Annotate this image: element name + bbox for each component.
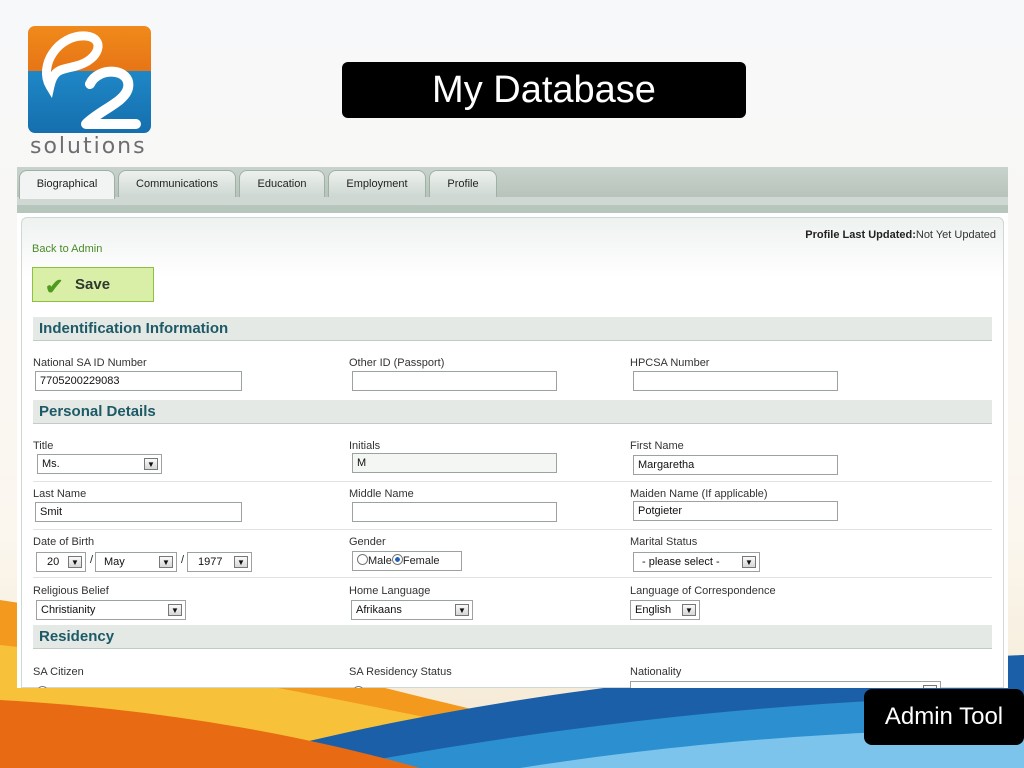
tab-bar: Biographical Communications Education Em… <box>17 167 1008 199</box>
religious-belief-value: Christianity <box>41 604 96 616</box>
correspondence-language-label: Language of Correspondence <box>630 585 776 597</box>
slide-title: My Database <box>342 62 746 118</box>
chevron-down-icon: ▼ <box>168 604 182 616</box>
row-divider <box>33 529 992 530</box>
tab-education[interactable]: Education <box>239 170 325 197</box>
marital-status-label: Marital Status <box>630 536 698 548</box>
tab-employment[interactable]: Employment <box>328 170 426 197</box>
gender-label: Gender <box>349 536 386 548</box>
first-name-input[interactable]: Margaretha <box>633 455 838 475</box>
correspondence-language-select[interactable]: English ▼ <box>630 600 700 620</box>
section-personal-details: Personal Details <box>33 400 992 424</box>
app-window: Biographical Communications Education Em… <box>17 167 1008 688</box>
residency-status-radio-group[interactable] <box>353 683 364 688</box>
maiden-name-label: Maiden Name (If applicable) <box>630 488 768 500</box>
section-residency: Residency <box>33 625 992 649</box>
chevron-down-icon: ▼ <box>923 685 937 688</box>
chevron-down-icon: ▼ <box>742 556 756 568</box>
date-separator: / <box>90 554 94 566</box>
back-to-admin-link[interactable]: Back to Admin <box>32 243 102 255</box>
chevron-down-icon: ▼ <box>159 556 173 568</box>
gender-female-radio[interactable] <box>391 554 403 565</box>
hpcsa-input[interactable] <box>633 371 838 391</box>
last-updated-value: Not Yet Updated <box>915 229 996 241</box>
initials-input[interactable]: M <box>352 453 557 473</box>
nationality-select[interactable]: ▼ <box>630 681 941 688</box>
home-language-select[interactable]: Afrikaans ▼ <box>351 600 473 620</box>
form-panel: Back to Admin Profile Last Updated:Not Y… <box>17 205 1008 688</box>
maiden-name-input[interactable]: Potgieter <box>633 501 838 521</box>
tab-communications[interactable]: Communications <box>118 170 236 197</box>
religious-belief-select[interactable]: Christianity ▼ <box>36 600 186 620</box>
date-separator: / <box>181 554 185 566</box>
national-id-input[interactable]: 7705200229083 <box>35 371 242 391</box>
sa-residency-status-label: SA Residency Status <box>349 666 452 678</box>
admin-tool-label: Admin Tool <box>864 689 1024 745</box>
last-updated-label: Profile Last Updated: <box>805 229 916 241</box>
national-id-label: National SA ID Number <box>33 357 147 369</box>
hpcsa-label: HPCSA Number <box>630 357 710 369</box>
dob-day-select[interactable]: 20 ▼ <box>36 552 86 572</box>
religious-belief-label: Religious Belief <box>33 585 109 597</box>
dob-month-select[interactable]: May ▼ <box>95 552 177 572</box>
dob-year-select[interactable]: 1977 ▼ <box>187 552 252 572</box>
home-language-label: Home Language <box>349 585 431 597</box>
dob-month-value: May <box>104 556 125 568</box>
gender-male-radio[interactable] <box>357 554 368 565</box>
chevron-down-icon: ▼ <box>682 604 696 616</box>
marital-status-select[interactable]: - please select - ▼ <box>633 552 760 572</box>
chevron-down-icon: ▼ <box>68 556 82 568</box>
checkmark-icon: ✔ <box>45 274 64 299</box>
middle-name-label: Middle Name <box>349 488 414 500</box>
last-name-label: Last Name <box>33 488 87 500</box>
last-name-input[interactable]: Smit <box>35 502 242 522</box>
residency-radio[interactable] <box>353 686 364 688</box>
gender-female-label: Female <box>402 555 440 567</box>
citizen-yes-radio[interactable] <box>37 686 48 688</box>
other-id-input[interactable] <box>352 371 557 391</box>
row-divider <box>33 577 992 578</box>
gender-radio-group: Male Female <box>352 551 462 571</box>
initials-label: Initials <box>349 440 381 452</box>
save-button[interactable]: ✔ Save <box>32 267 154 302</box>
dob-day-value: 20 <box>47 556 60 568</box>
dob-year-value: 1977 <box>198 556 223 568</box>
other-id-label: Other ID (Passport) <box>349 357 445 369</box>
chevron-down-icon: ▼ <box>144 458 158 470</box>
title-select[interactable]: Ms. ▼ <box>37 454 162 474</box>
dob-label: Date of Birth <box>33 536 95 548</box>
home-language-value: Afrikaans <box>356 604 402 616</box>
logo-text: solutions <box>30 134 147 159</box>
chevron-down-icon: ▼ <box>234 556 248 568</box>
middle-name-input[interactable] <box>352 502 557 522</box>
nationality-label: Nationality <box>630 666 682 678</box>
profile-last-updated: Profile Last Updated:Not Yet Updated <box>805 229 996 241</box>
marital-status-value: - please select - <box>642 556 720 568</box>
tab-profile[interactable]: Profile <box>429 170 497 197</box>
sa-citizen-radio-group[interactable] <box>37 683 48 688</box>
e2-solutions-logo: solutions <box>28 26 152 159</box>
title-label: Title <box>33 440 54 452</box>
correspondence-language-value: English <box>635 604 672 616</box>
row-divider <box>33 481 992 482</box>
sa-citizen-label: SA Citizen <box>33 666 84 678</box>
tab-biographical[interactable]: Biographical <box>19 170 115 199</box>
chevron-down-icon: ▼ <box>455 604 469 616</box>
save-button-label: Save <box>75 276 111 293</box>
title-select-value: Ms. <box>42 458 60 470</box>
gender-male-label: Male <box>368 555 392 567</box>
section-identification: Indentification Information <box>33 317 992 341</box>
logo-mark <box>28 26 151 133</box>
first-name-label: First Name <box>630 440 684 452</box>
